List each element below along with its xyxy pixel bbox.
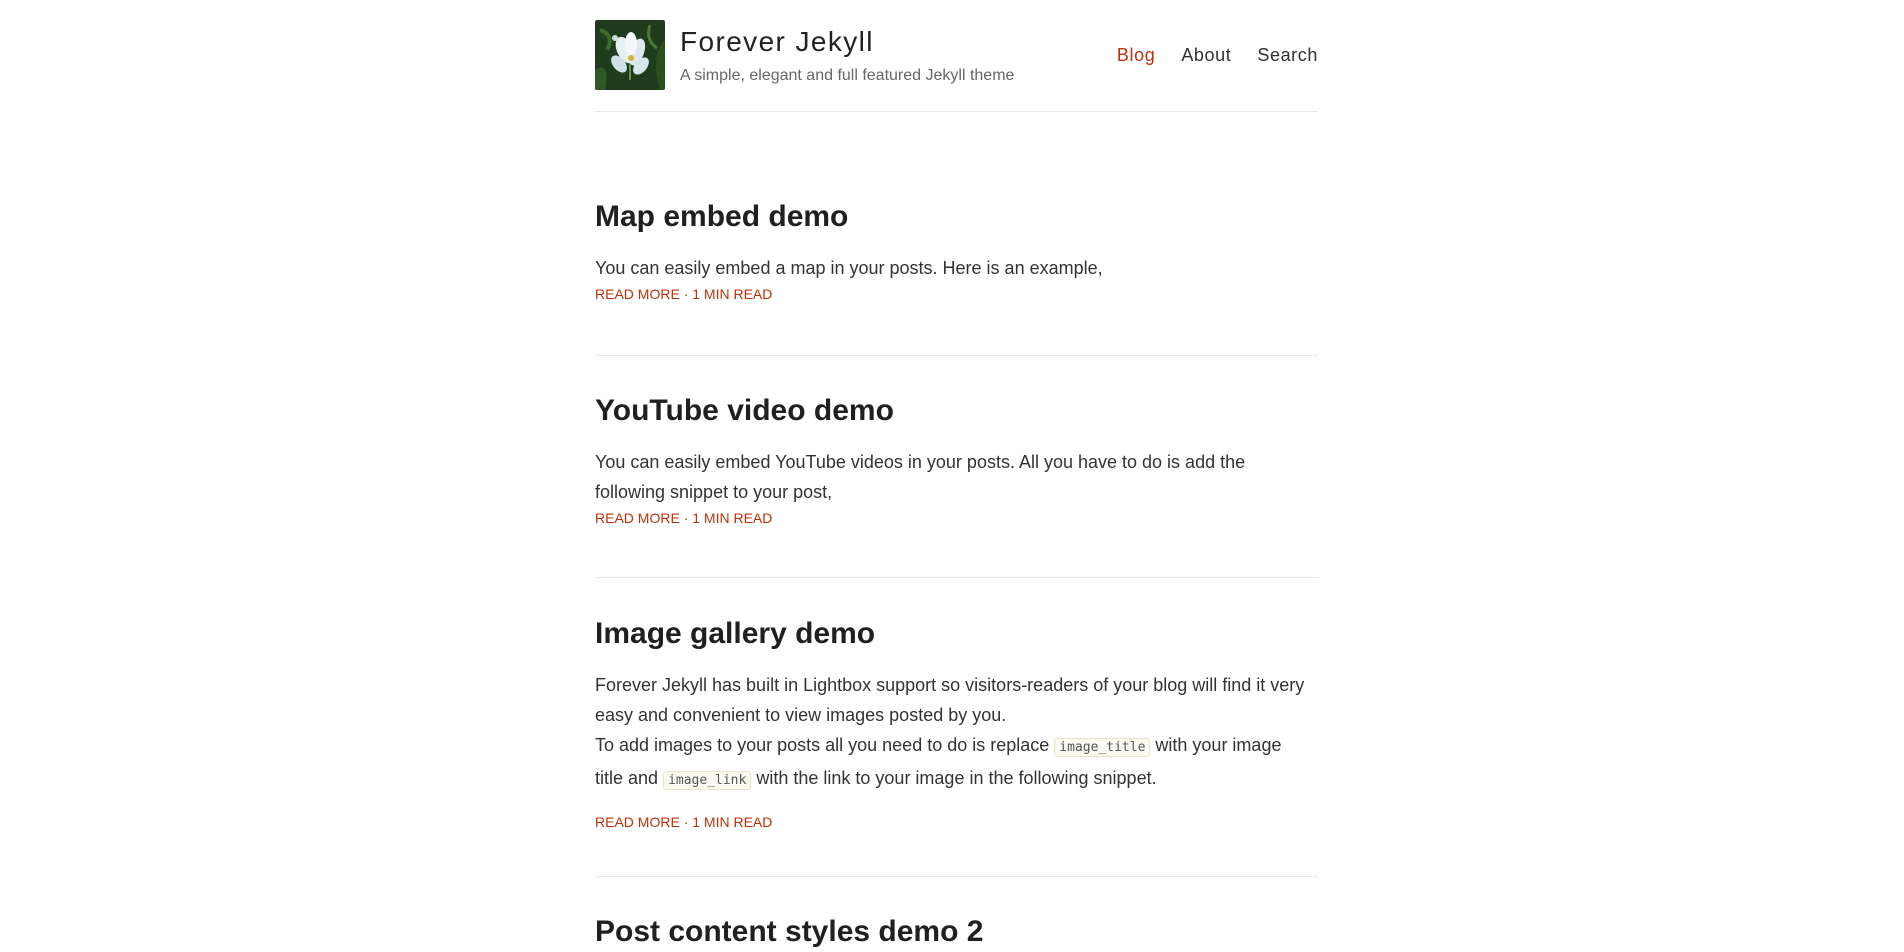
page-container: Forever Jekyll A simple, elegant and ful…	[595, 0, 1318, 948]
nav-about-link[interactable]: About	[1181, 45, 1231, 66]
read-time: 1 MIN READ	[692, 510, 773, 526]
meta-separator: ·	[683, 814, 689, 830]
nav-search-link[interactable]: Search	[1257, 45, 1318, 66]
post-excerpt: You can easily embed a map in your posts…	[595, 258, 1103, 278]
post-divider	[595, 577, 1318, 578]
excerpt-text: with your image	[1155, 735, 1282, 755]
post-excerpt-line: following snippet to your post,	[595, 482, 833, 502]
excerpt-text: with the link to your image in the follo…	[756, 768, 1157, 788]
post-meta: READ MORE · 1 MIN READ	[595, 285, 1318, 303]
post-meta: READ MORE · 1 MIN READ	[595, 509, 1318, 527]
inline-code-image-title: image_title	[1054, 738, 1151, 757]
site-description: A simple, elegant and full featured Jeky…	[680, 67, 1015, 84]
post-title[interactable]: YouTube video demo	[595, 393, 1318, 429]
site-title[interactable]: Forever Jekyll	[680, 26, 874, 58]
post-title[interactable]: Post content styles demo 2	[595, 914, 1318, 950]
post-excerpt-line: To add images to your posts all you need…	[595, 730, 1318, 763]
read-more-link[interactable]: READ MORE	[595, 814, 680, 830]
post-excerpt-line: You can easily embed YouTube videos in y…	[595, 452, 1246, 472]
read-more-link[interactable]: READ MORE	[595, 286, 680, 302]
read-more-link[interactable]: READ MORE	[595, 510, 680, 526]
post-excerpt-line: Forever Jekyll has built in Lightbox sup…	[595, 675, 1305, 695]
meta-separator: ·	[683, 510, 689, 526]
post-divider	[595, 355, 1318, 356]
read-time: 1 MIN READ	[692, 814, 773, 830]
post-excerpt-line: title and image_link with the link to yo…	[595, 763, 1318, 796]
nav-blog-link[interactable]: Blog	[1117, 45, 1155, 66]
post-map-embed: Map embed demo You can easily embed a ma…	[595, 199, 1318, 303]
post-youtube-video: YouTube video demo You can easily embed …	[595, 393, 1318, 527]
flower-logo-icon	[595, 20, 665, 90]
site-logo[interactable]	[595, 20, 665, 90]
excerpt-text: title and	[595, 768, 659, 788]
post-title[interactable]: Map embed demo	[595, 199, 1318, 235]
site-header: Forever Jekyll A simple, elegant and ful…	[595, 0, 1318, 112]
excerpt-text: To add images to your posts all you need…	[595, 735, 1050, 755]
post-title[interactable]: Image gallery demo	[595, 616, 1318, 652]
post-excerpt-line: easy and convenient to view images poste…	[595, 705, 1007, 725]
meta-separator: ·	[683, 286, 689, 302]
read-time: 1 MIN READ	[692, 286, 773, 302]
inline-code-image-link: image_link	[663, 771, 752, 790]
post-content-styles-2: Post content styles demo 2	[595, 914, 1318, 950]
post-divider	[595, 876, 1318, 877]
post-image-gallery: Image gallery demo Forever Jekyll has bu…	[595, 616, 1318, 831]
main-nav: Blog About Search	[1117, 45, 1318, 66]
post-meta: READ MORE · 1 MIN READ	[595, 813, 1318, 831]
